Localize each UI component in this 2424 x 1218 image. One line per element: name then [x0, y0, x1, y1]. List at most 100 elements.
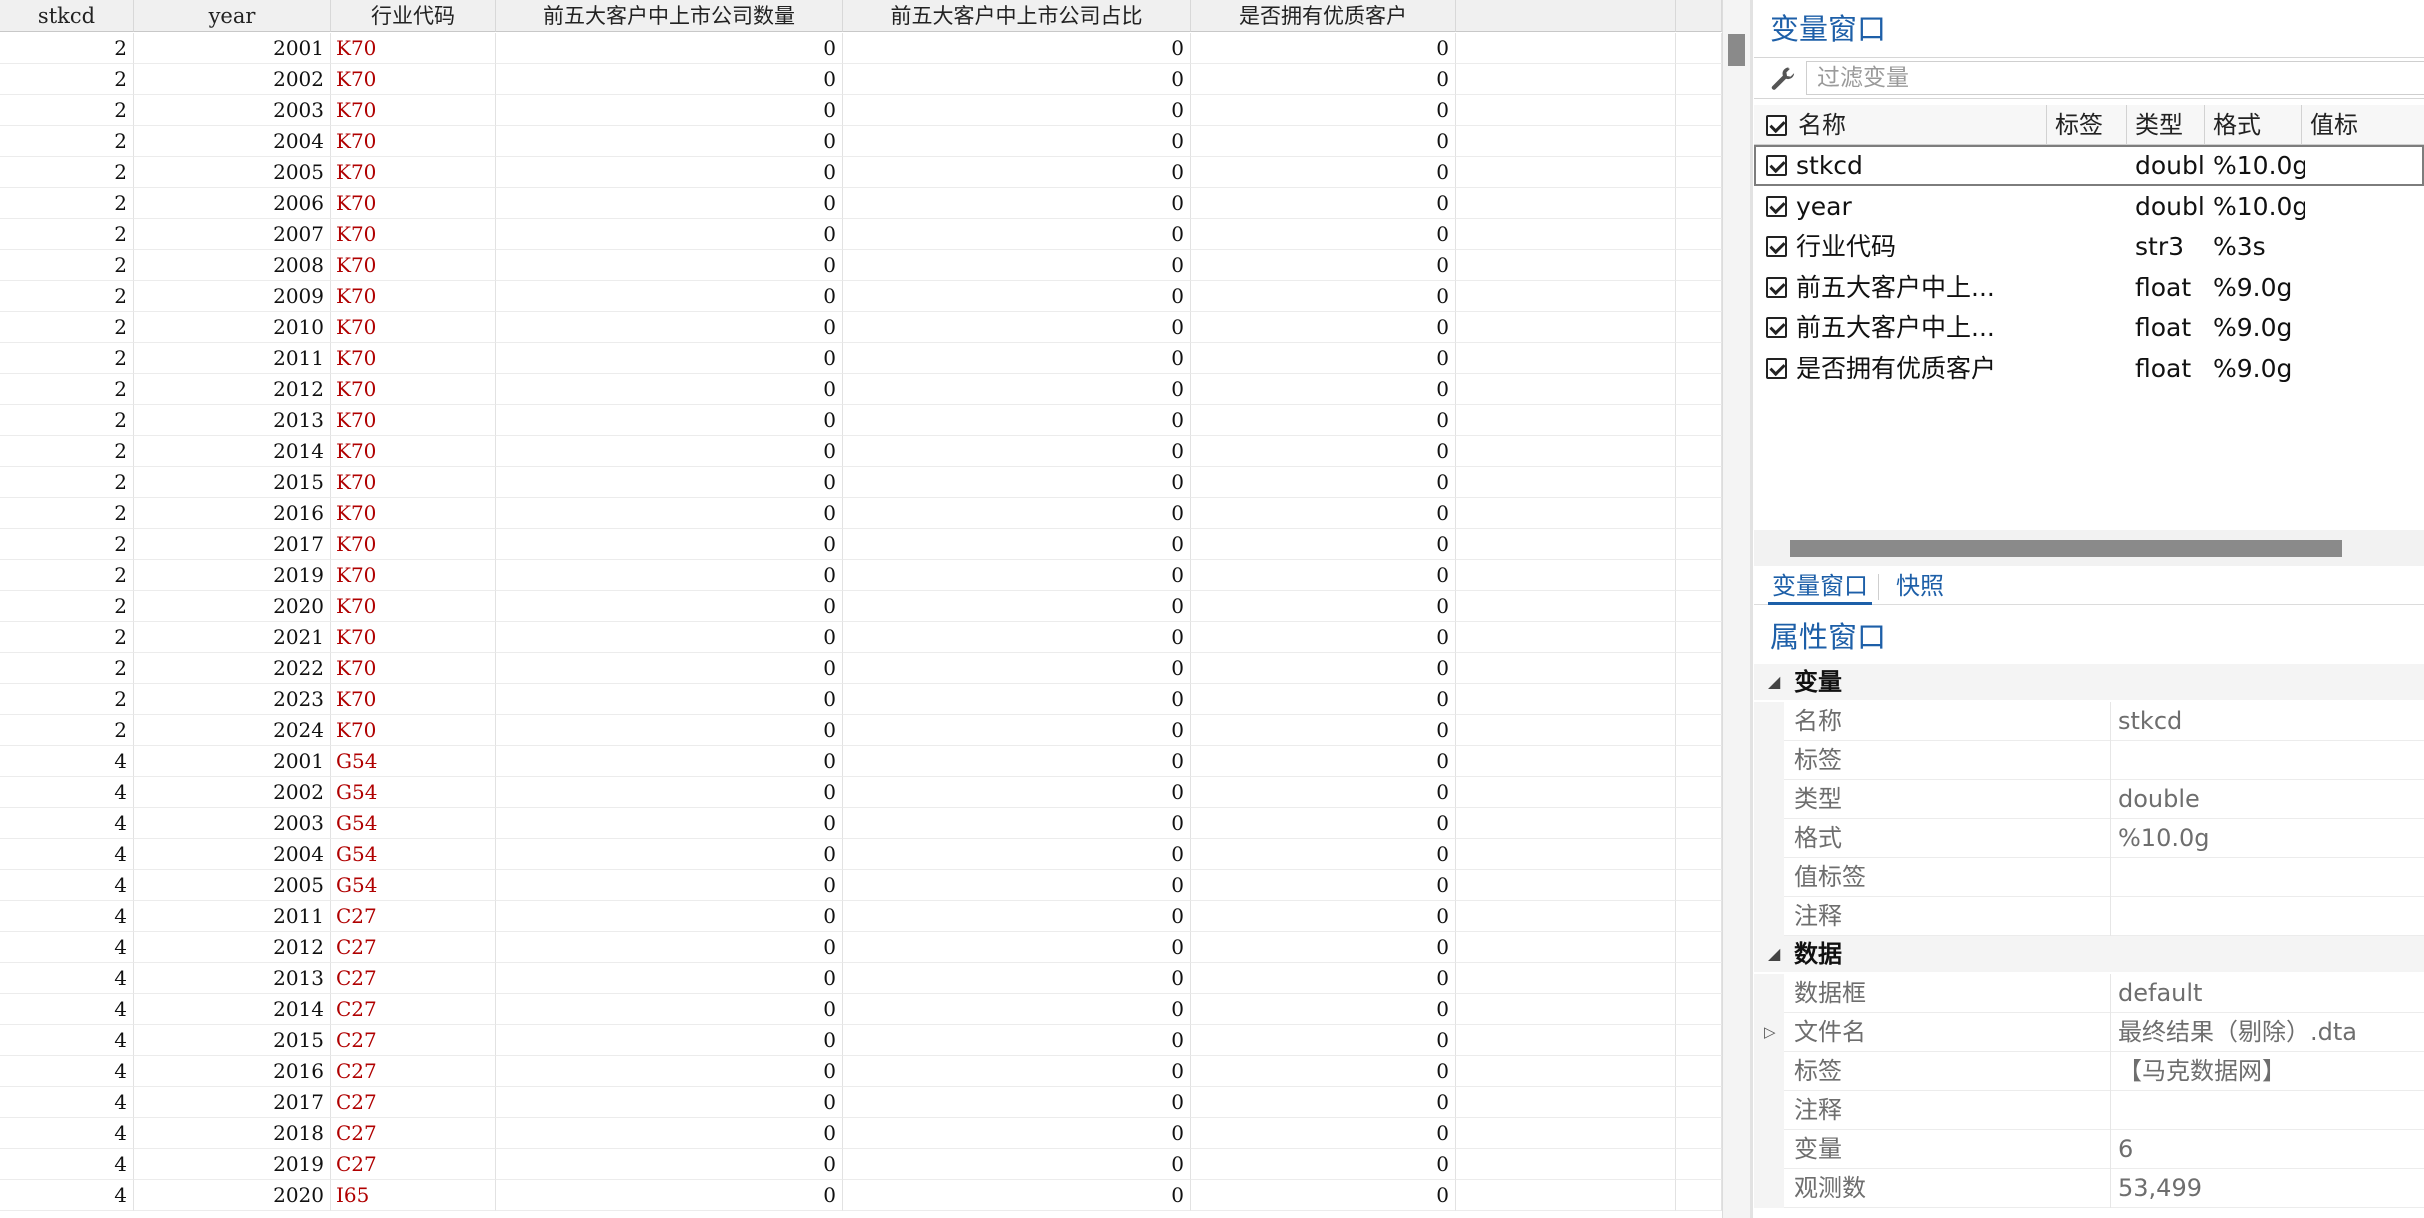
cell-empty[interactable]: [1456, 994, 1676, 1025]
table-row[interactable]: 4 2020 I65 0 0 0: [0, 1180, 1722, 1211]
cell-top5-listed-count[interactable]: 0: [496, 1056, 843, 1087]
cell-top5-listed-ratio[interactable]: 0: [843, 901, 1191, 932]
cell-top5-listed-ratio[interactable]: 0: [843, 312, 1191, 343]
filter-variables-input[interactable]: [1806, 61, 2424, 95]
cell-stkcd[interactable]: 2: [0, 498, 134, 529]
table-row[interactable]: 4 2015 C27 0 0 0: [0, 1025, 1722, 1056]
cell-year[interactable]: 2020: [134, 591, 331, 622]
cell-empty[interactable]: [1676, 281, 1722, 312]
cell-empty[interactable]: [1456, 281, 1676, 312]
cell-empty[interactable]: [1676, 250, 1722, 281]
cell-has-quality-customer[interactable]: 0: [1191, 529, 1456, 560]
collapse-triangle-icon[interactable]: ◢: [1768, 664, 1780, 700]
cell-top5-listed-count[interactable]: 0: [496, 1087, 843, 1118]
cell-has-quality-customer[interactable]: 0: [1191, 157, 1456, 188]
grid-vertical-scrollbar[interactable]: [1722, 0, 1750, 1218]
cell-top5-listed-count[interactable]: 0: [496, 374, 843, 405]
table-row[interactable]: 2 2008 K70 0 0 0: [0, 250, 1722, 281]
cell-stkcd[interactable]: 2: [0, 529, 134, 560]
variable-row[interactable]: 前五大客户中上... float %9.0g: [1754, 307, 2424, 348]
wrench-icon[interactable]: [1768, 64, 1798, 94]
cell-top5-listed-ratio[interactable]: 0: [843, 436, 1191, 467]
cell-stkcd[interactable]: 2: [0, 622, 134, 653]
cell-year[interactable]: 2015: [134, 1025, 331, 1056]
cell-empty[interactable]: [1456, 560, 1676, 591]
cell-year[interactable]: 2015: [134, 467, 331, 498]
cell-top5-listed-ratio[interactable]: 0: [843, 95, 1191, 126]
cell-has-quality-customer[interactable]: 0: [1191, 219, 1456, 250]
cell-has-quality-customer[interactable]: 0: [1191, 436, 1456, 467]
cell-has-quality-customer[interactable]: 0: [1191, 1087, 1456, 1118]
cell-top5-listed-count[interactable]: 0: [496, 250, 843, 281]
cell-top5-listed-ratio[interactable]: 0: [843, 498, 1191, 529]
cell-empty[interactable]: [1676, 405, 1722, 436]
cell-stkcd[interactable]: 4: [0, 1025, 134, 1056]
cell-empty[interactable]: [1456, 312, 1676, 343]
cell-year[interactable]: 2024: [134, 715, 331, 746]
cell-has-quality-customer[interactable]: 0: [1191, 1149, 1456, 1180]
cell-empty[interactable]: [1456, 870, 1676, 901]
cell-stkcd[interactable]: 4: [0, 1180, 134, 1211]
cell-stkcd[interactable]: 2: [0, 684, 134, 715]
property-row[interactable]: 数据框 default: [1754, 974, 2424, 1013]
table-row[interactable]: 4 2011 C27 0 0 0: [0, 901, 1722, 932]
cell-has-quality-customer[interactable]: 0: [1191, 994, 1456, 1025]
cell-top5-listed-count[interactable]: 0: [496, 994, 843, 1025]
cell-year[interactable]: 2012: [134, 374, 331, 405]
cell-has-quality-customer[interactable]: 0: [1191, 1118, 1456, 1149]
cell-has-quality-customer[interactable]: 0: [1191, 1025, 1456, 1056]
table-row[interactable]: 2 2003 K70 0 0 0: [0, 95, 1722, 126]
cell-top5-listed-ratio[interactable]: 0: [843, 157, 1191, 188]
cell-empty[interactable]: [1456, 777, 1676, 808]
cell-top5-listed-count[interactable]: 0: [496, 126, 843, 157]
property-section[interactable]: ◢ 变量: [1754, 664, 2424, 700]
cell-empty[interactable]: [1676, 64, 1722, 95]
cell-empty[interactable]: [1456, 901, 1676, 932]
cell-empty[interactable]: [1676, 901, 1722, 932]
cell-empty[interactable]: [1676, 684, 1722, 715]
cell-empty[interactable]: [1456, 715, 1676, 746]
cell-has-quality-customer[interactable]: 0: [1191, 839, 1456, 870]
variables-horizontal-scrollbar[interactable]: [1754, 530, 2424, 566]
variable-checkbox[interactable]: [1766, 317, 1787, 338]
cell-has-quality-customer[interactable]: 0: [1191, 684, 1456, 715]
cell-empty[interactable]: [1456, 684, 1676, 715]
cell-stkcd[interactable]: 4: [0, 1149, 134, 1180]
cell-stkcd[interactable]: 2: [0, 653, 134, 684]
cell-empty[interactable]: [1676, 715, 1722, 746]
cell-top5-listed-count[interactable]: 0: [496, 64, 843, 95]
expand-arrow-icon[interactable]: ▷: [1764, 1013, 1776, 1052]
cell-year[interactable]: 2008: [134, 250, 331, 281]
col-header-format[interactable]: 格式: [2205, 105, 2302, 145]
property-row[interactable]: 观测数 53,499: [1754, 1169, 2424, 1208]
cell-empty[interactable]: [1676, 436, 1722, 467]
cell-year[interactable]: 2019: [134, 560, 331, 591]
cell-has-quality-customer[interactable]: 0: [1191, 467, 1456, 498]
cell-has-quality-customer[interactable]: 0: [1191, 312, 1456, 343]
cell-empty[interactable]: [1676, 1118, 1722, 1149]
cell-has-quality-customer[interactable]: 0: [1191, 653, 1456, 684]
cell-year[interactable]: 2003: [134, 95, 331, 126]
cell-top5-listed-ratio[interactable]: 0: [843, 219, 1191, 250]
cell-empty[interactable]: [1456, 95, 1676, 126]
cell-has-quality-customer[interactable]: 0: [1191, 126, 1456, 157]
cell-has-quality-customer[interactable]: 0: [1191, 498, 1456, 529]
cell-empty[interactable]: [1676, 963, 1722, 994]
cell-empty[interactable]: [1676, 560, 1722, 591]
cell-top5-listed-count[interactable]: 0: [496, 33, 843, 64]
cell-top5-listed-count[interactable]: 0: [496, 560, 843, 591]
table-row[interactable]: 4 2005 G54 0 0 0: [0, 870, 1722, 901]
cell-empty[interactable]: [1456, 1118, 1676, 1149]
cell-top5-listed-count[interactable]: 0: [496, 157, 843, 188]
cell-year[interactable]: 2005: [134, 157, 331, 188]
cell-top5-listed-ratio[interactable]: 0: [843, 188, 1191, 219]
cell-empty[interactable]: [1456, 1180, 1676, 1211]
cell-industry-code[interactable]: C27: [331, 963, 496, 994]
cell-top5-listed-ratio[interactable]: 0: [843, 1180, 1191, 1211]
table-row[interactable]: 2 2014 K70 0 0 0: [0, 436, 1722, 467]
property-row[interactable]: 值标签: [1754, 858, 2424, 897]
cell-top5-listed-ratio[interactable]: 0: [843, 839, 1191, 870]
cell-industry-code[interactable]: C27: [331, 994, 496, 1025]
cell-has-quality-customer[interactable]: 0: [1191, 405, 1456, 436]
table-row[interactable]: 2 2005 K70 0 0 0: [0, 157, 1722, 188]
